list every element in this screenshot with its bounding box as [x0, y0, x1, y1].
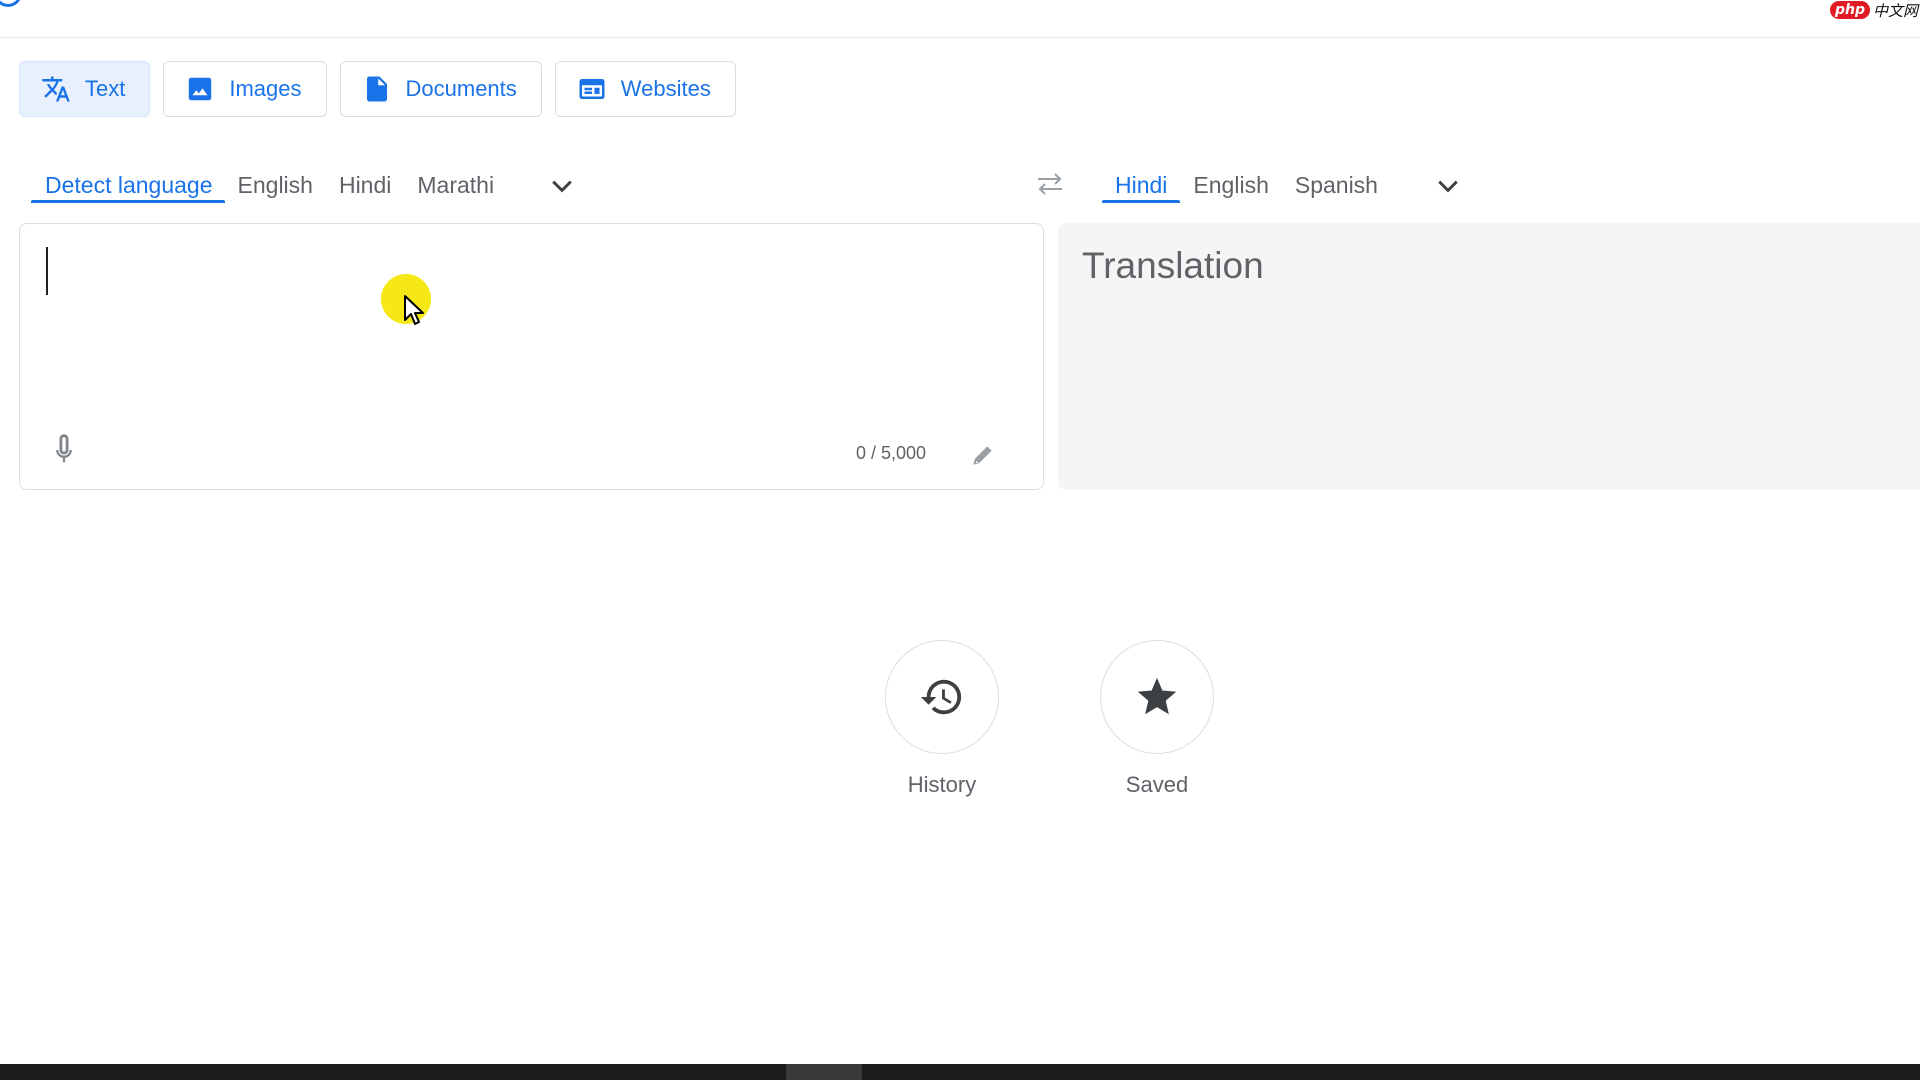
watermark-badge: php — [1829, 1, 1870, 19]
saved-label: Saved — [1125, 772, 1189, 797]
site-watermark: php 中文网 — [1829, 0, 1918, 20]
loading-spinner-icon — [0, 0, 22, 7]
character-count: 0 / 5,000 — [856, 443, 927, 463]
mouse-pointer-icon — [404, 295, 424, 325]
translate-icon — [42, 76, 70, 102]
target-more-languages-button[interactable] — [1433, 171, 1463, 201]
target-lang-spanish[interactable]: Spanish — [1282, 150, 1391, 202]
mode-tab-text[interactable]: Text — [19, 61, 151, 117]
image-icon — [189, 77, 212, 101]
swap-icon — [1038, 173, 1062, 195]
target-language-bar: Hindi English Spanish — [1102, 150, 1463, 224]
history-control: History — [884, 640, 1000, 798]
chevron-down-icon — [552, 180, 572, 193]
history-button[interactable] — [885, 640, 999, 754]
saved-control: Saved — [1099, 640, 1215, 798]
translation-placeholder: Translation — [1082, 245, 1264, 286]
source-language-bar: Detect language English Hindi Marathi — [31, 150, 577, 224]
mode-tab-label: Images — [229, 76, 302, 101]
chevron-down-icon — [1438, 180, 1458, 193]
target-lang-hindi[interactable]: Hindi — [1102, 150, 1181, 203]
os-taskbar — [0, 1064, 1920, 1080]
mode-tab-label: Websites — [620, 76, 711, 101]
text-caret — [46, 247, 48, 295]
source-lang-marathi[interactable]: Marathi — [404, 150, 507, 202]
mode-tab-label: Documents — [405, 76, 517, 101]
saved-button[interactable] — [1100, 640, 1214, 754]
mode-tab-websites[interactable]: Websites — [554, 61, 736, 117]
translation-mode-tabs: Text Images Documents Websites — [19, 61, 736, 117]
mode-tab-images[interactable]: Images — [163, 61, 327, 117]
translation-output-area: Translation — [1058, 223, 1920, 490]
handwriting-input-button[interactable] — [970, 442, 996, 468]
source-lang-english[interactable]: English — [225, 150, 326, 202]
browser-top-bar: php 中文网 — [0, 0, 1920, 38]
taskbar-active-app[interactable] — [786, 1064, 862, 1080]
microphone-icon — [56, 434, 72, 463]
voice-input-button[interactable] — [50, 432, 78, 468]
star-icon — [1137, 677, 1177, 715]
swap-languages-button[interactable] — [1034, 170, 1066, 198]
target-lang-english[interactable]: English — [1180, 150, 1281, 202]
history-icon — [920, 679, 962, 715]
mode-tab-documents[interactable]: Documents — [339, 61, 542, 117]
pencil-icon — [973, 446, 992, 465]
source-more-languages-button[interactable] — [547, 171, 577, 201]
document-icon — [366, 76, 387, 102]
source-lang-detect[interactable]: Detect language — [31, 150, 225, 203]
source-text-area[interactable]: 0 / 5,000 — [19, 223, 1044, 490]
website-icon — [579, 79, 605, 99]
watermark-text: 中文网 — [1872, 1, 1918, 20]
history-label: History — [907, 772, 977, 797]
source-lang-hindi[interactable]: Hindi — [326, 150, 404, 202]
mode-tab-label: Text — [85, 76, 126, 101]
